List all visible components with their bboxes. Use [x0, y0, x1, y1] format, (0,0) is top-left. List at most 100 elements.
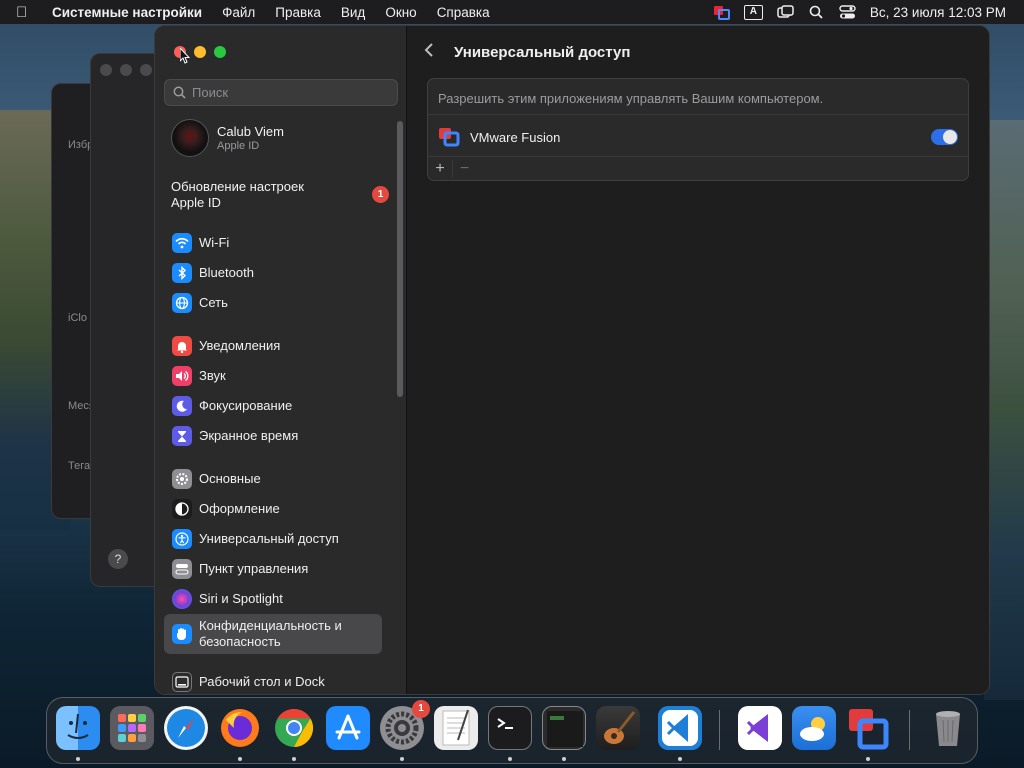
accessibility-apps-panel: Разрешить этим приложениям управлять Ваш… — [427, 78, 969, 181]
sidebar-item-bluetooth[interactable]: Bluetooth — [164, 258, 382, 288]
bg-label-icloud: iClo — [68, 312, 87, 324]
guitar-icon — [604, 711, 636, 744]
dock-chrome[interactable] — [272, 706, 316, 750]
dock-finder[interactable] — [56, 706, 100, 750]
help-button[interactable]: ? — [108, 549, 128, 569]
control-center-icon[interactable] — [839, 4, 856, 20]
add-app-button[interactable]: + — [428, 160, 452, 178]
dock-firefox[interactable] — [218, 706, 262, 750]
screen-mirroring-icon[interactable] — [777, 4, 794, 20]
vmware-fusion-icon — [438, 127, 460, 147]
dock-trash[interactable] — [926, 706, 970, 750]
sidebar-item-label: Siri и Spotlight — [199, 591, 283, 606]
bluetooth-icon — [172, 263, 192, 283]
apple-id-account[interactable]: Calub Viem Apple ID — [171, 119, 284, 157]
dock-app-store[interactable] — [326, 706, 370, 750]
apple-id-update-item[interactable]: Обновление настроек Apple ID 1 — [171, 179, 391, 211]
sidebar-item-accessibility[interactable]: Универсальный доступ — [164, 524, 382, 554]
chevron-left-icon — [424, 42, 433, 57]
running-indicator — [292, 757, 296, 761]
visual-studio-icon — [746, 714, 768, 742]
dock-textedit[interactable] — [434, 706, 478, 750]
running-indicator — [76, 757, 80, 761]
sidebar-item-label: Сеть — [199, 295, 228, 310]
dock-terminal[interactable] — [488, 706, 532, 750]
dock-icon — [172, 672, 192, 692]
sidebar-item-label: Рабочий стол и Dock — [199, 674, 325, 689]
dock-weather[interactable] — [792, 706, 836, 750]
avatar — [171, 119, 209, 157]
firefox-icon — [221, 709, 259, 747]
textedit-icon — [442, 709, 470, 746]
spotlight-search-icon[interactable] — [808, 5, 825, 20]
dock-safari[interactable] — [164, 706, 208, 750]
sidebar-item-sound[interactable]: Звук — [164, 361, 382, 391]
search-input[interactable] — [192, 85, 392, 100]
globe-icon — [172, 293, 192, 313]
notification-badge: 1 — [412, 700, 430, 718]
mouse-pointer-icon — [180, 48, 190, 64]
dock-garageband[interactable] — [596, 706, 640, 750]
chrome-icon — [275, 708, 314, 748]
menu-file[interactable]: Файл — [222, 5, 255, 20]
sidebar-item-network[interactable]: Сеть — [164, 288, 382, 318]
sidebar-item-desktop-dock[interactable]: Рабочий стол и Dock — [164, 667, 382, 694]
sidebar-item-privacy-security[interactable]: Конфиденциальность и безопасность — [164, 614, 382, 654]
minimize-button[interactable] — [194, 46, 206, 58]
sidebar-item-label: Основные — [199, 471, 261, 486]
running-indicator — [678, 757, 682, 761]
app-row-vmware-fusion: VMware Fusion — [438, 125, 958, 149]
menu-help[interactable]: Справка — [437, 5, 490, 20]
sidebar-item-general[interactable]: Основные — [164, 464, 382, 494]
vmware-menu-icon[interactable] — [713, 5, 730, 20]
content-header: Универсальный доступ — [408, 26, 989, 78]
sidebar-scrollbar[interactable] — [397, 121, 403, 397]
dock-divider — [719, 710, 720, 750]
dock-console[interactable] — [542, 706, 586, 750]
speaker-icon — [172, 366, 192, 386]
trash-icon — [936, 711, 960, 746]
sidebar-item-siri-spotlight[interactable]: Siri и Spotlight — [164, 584, 382, 614]
menu-window[interactable]: Окно — [385, 5, 416, 20]
vmware-fusion-icon — [849, 709, 889, 750]
search-icon — [173, 86, 186, 99]
dock-visual-studio[interactable] — [738, 706, 782, 750]
sidebar-item-control-center[interactable]: Пункт управления — [164, 554, 382, 584]
app-name: VMware Fusion — [470, 129, 561, 145]
vmware-fusion-toggle[interactable] — [931, 129, 958, 145]
menu-view[interactable]: Вид — [341, 5, 365, 20]
dock-system-settings[interactable]: 1 — [380, 700, 430, 750]
wifi-icon — [172, 233, 192, 253]
sidebar-item-label: Экранное время — [199, 428, 299, 443]
dock-launchpad[interactable] — [110, 706, 154, 750]
sidebar-item-screen-time[interactable]: Экранное время — [164, 421, 382, 451]
account-name: Calub Viem — [217, 124, 284, 139]
moon-icon — [172, 396, 192, 416]
input-source-icon[interactable]: A — [743, 4, 763, 20]
bell-icon — [172, 336, 192, 356]
back-button[interactable] — [424, 41, 440, 64]
menu-bar:  Системные настройки Файл Правка Вид Ок… — [0, 0, 1024, 24]
vscode-icon — [662, 710, 698, 746]
safari-compass-icon — [167, 709, 205, 747]
sidebar-item-appearance[interactable]: Оформление — [164, 494, 382, 524]
dock-vscode[interactable] — [658, 706, 702, 750]
sidebar-item-notifications[interactable]: Уведомления — [164, 331, 382, 361]
running-indicator — [400, 757, 404, 761]
remove-app-button[interactable]: − — [452, 159, 476, 178]
terminal-icon — [497, 718, 513, 729]
sidebar-item-label: Уведомления — [199, 338, 281, 353]
sidebar-item-label: Оформление — [199, 501, 280, 516]
dock-vmware-fusion[interactable] — [846, 706, 890, 750]
search-field[interactable] — [164, 79, 398, 106]
sidebar-item-wifi[interactable]: Wi-Fi — [164, 228, 382, 258]
sidebar-item-label: Конфиденциальность и безопасность — [199, 618, 342, 649]
sidebar-item-focus[interactable]: Фокусирование — [164, 391, 382, 421]
zoom-button[interactable] — [214, 46, 226, 58]
hourglass-icon — [172, 426, 192, 446]
apple-logo-icon[interactable]:  — [16, 4, 42, 21]
appearance-icon — [172, 499, 192, 519]
menu-app-name[interactable]: Системные настройки — [52, 5, 202, 20]
menu-clock[interactable]: Вс, 23 июля 12:03 PM — [870, 5, 1006, 20]
menu-edit[interactable]: Правка — [275, 5, 321, 20]
